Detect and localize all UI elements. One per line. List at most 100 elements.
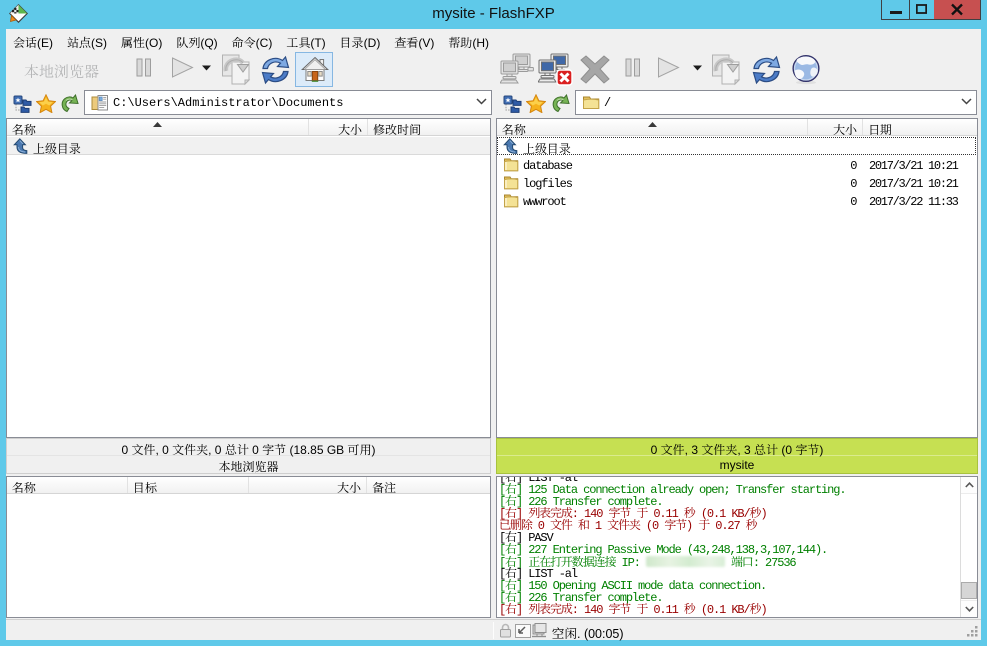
maximize-button[interactable] [909, 0, 935, 20]
refresh-icon[interactable] [751, 55, 782, 86]
column-label: 备注 [372, 481, 396, 493]
window-transfer-icon [515, 624, 531, 638]
menu-view[interactable]: 查看(V) [387, 31, 441, 52]
queue-col-target[interactable]: 目标 [128, 477, 249, 493]
menu-queue[interactable]: 队列(Q) [169, 31, 224, 52]
menu-bar: 会话(E) 站点(S) 属性(O) 队列(Q) 命令(C) 工具(T) 目录(D… [6, 31, 981, 52]
local-browser-label: 本地浏览器 [24, 61, 99, 82]
remote-status-name: mysite [497, 456, 977, 473]
menu-sites[interactable]: 站点(S) [60, 31, 114, 52]
folder-icon [503, 193, 519, 209]
queue-spool-icon [531, 623, 548, 638]
local-path-value[interactable]: C:\Users\Administrator\Documents [113, 96, 343, 110]
updir-row[interactable]: 上级目录 [7, 137, 490, 155]
redacted-ip-blur [646, 556, 725, 567]
close-button[interactable] [934, 0, 981, 20]
remote-col-size[interactable]: 大小 [808, 119, 863, 135]
chevron-down-icon[interactable] [476, 98, 487, 105]
scroll-up-button[interactable] [961, 477, 977, 494]
pause-icon[interactable] [136, 58, 152, 77]
statusbar-idle-text: 空闲. (00:05) [552, 624, 624, 642]
up-directory-arrow-icon[interactable] [59, 94, 79, 113]
remote-path-value[interactable]: / [604, 96, 611, 110]
menu-session[interactable]: 会话(E) [6, 31, 60, 52]
connect-icon[interactable] [500, 53, 534, 85]
log-line-text: 端口: 27536 [725, 556, 796, 570]
row-name: wwwroot [523, 195, 566, 209]
transfer-queue-panel: 名称 目标 大小 备注 [6, 476, 491, 618]
column-label: 修改时间 [373, 123, 421, 135]
row-size: 0 [787, 159, 857, 173]
minimize-button[interactable] [881, 0, 910, 20]
globe-icon[interactable] [791, 54, 821, 85]
remote-path-combobox[interactable]: / [575, 90, 977, 115]
queue-col-note[interactable]: 备注 [367, 477, 490, 493]
sort-asc-icon [648, 122, 657, 127]
favorites-star-icon[interactable] [36, 94, 56, 113]
play-icon[interactable] [657, 57, 680, 78]
local-path-combobox[interactable]: C:\Users\Administrator\Documents [84, 90, 492, 115]
up-directory-arrow-icon[interactable] [550, 94, 570, 113]
scrollbar-thumb[interactable] [961, 582, 977, 599]
abort-icon[interactable] [578, 55, 612, 85]
folder-tree-icon[interactable] [503, 95, 522, 113]
menu-help[interactable]: 帮助(H) [441, 31, 496, 52]
column-label: 大小 [338, 123, 362, 135]
column-label: 日期 [868, 123, 892, 135]
sort-asc-icon [153, 122, 162, 127]
row-name: database [523, 159, 572, 173]
column-label: 名称 [502, 123, 526, 135]
folder-row[interactable]: logfiles 0 2017/3/21 10:21 [497, 174, 977, 192]
statusbar-divider [493, 622, 494, 639]
log-lines: [右] LIST -al [右] 125 Data connection alr… [499, 476, 959, 616]
queue-header: 名称 目标 大小 备注 [7, 477, 490, 494]
local-status-name: 本地浏览器 [7, 456, 490, 473]
updir-icon [13, 138, 28, 154]
menu-tools[interactable]: 工具(T) [279, 31, 332, 52]
updir-row[interactable]: 上级目录 [497, 137, 977, 155]
folder-icon [503, 175, 519, 191]
column-label: 大小 [337, 481, 361, 493]
queue-col-size[interactable]: 大小 [249, 477, 367, 493]
chevron-down-icon[interactable] [961, 98, 972, 105]
flashfxp-window: mysite - FlashFXP 会话(E) 站点(S) 属性(O) 队列(Q… [0, 0, 987, 646]
resize-grip[interactable] [965, 624, 979, 638]
menu-options[interactable]: 属性(O) [114, 31, 169, 52]
remote-col-date[interactable]: 日期 [863, 119, 977, 135]
dropdown-caret-icon[interactable] [202, 65, 211, 71]
favorites-star-icon[interactable] [526, 94, 546, 113]
queue-col-name[interactable]: 名称 [7, 477, 128, 493]
local-list-header: 名称 大小 修改时间 [7, 119, 490, 136]
folder-tree-icon[interactable] [13, 95, 32, 113]
row-name: 上级目录 [33, 140, 81, 157]
scroll-down-button[interactable] [961, 600, 977, 617]
local-status-summary: 0 文件, 0 文件夹, 0 总计 0 字节 (18.85 GB 可用) [7, 439, 490, 456]
pause-icon[interactable] [625, 58, 641, 77]
folder-icon [582, 94, 600, 112]
transfer-icon[interactable] [220, 53, 253, 86]
menu-directory[interactable]: 目录(D) [333, 31, 388, 52]
menu-commands[interactable]: 命令(C) [225, 31, 280, 52]
title-bar[interactable]: mysite - FlashFXP [0, 0, 987, 29]
local-col-size[interactable]: 大小 [309, 119, 368, 135]
row-size: 0 [787, 177, 857, 191]
remote-status-summary: 0 文件, 3 文件夹, 3 总计 (0 字节) [497, 439, 977, 456]
dropdown-caret-icon[interactable] [693, 65, 702, 71]
refresh-icon[interactable] [260, 55, 291, 86]
session-log-panel[interactable]: [右] LIST -al [右] 125 Data connection alr… [496, 476, 978, 618]
local-col-date[interactable]: 修改时间 [368, 119, 490, 135]
transfer-icon[interactable] [710, 53, 743, 86]
maximize-icon [916, 0, 927, 18]
remote-list-header: 名称 大小 日期 [497, 119, 977, 136]
remote-status-panel: 0 文件, 3 文件夹, 3 总计 (0 字节) mysite [496, 438, 978, 474]
folder-row[interactable]: wwwroot 0 2017/3/22 11:33 [497, 192, 977, 210]
home-button[interactable] [295, 52, 333, 87]
folder-row[interactable]: database 0 2017/3/21 10:21 [497, 156, 977, 174]
column-label: 名称 [12, 123, 36, 135]
log-scrollbar[interactable] [960, 477, 977, 617]
status-bar: 空闲. (00:05) [6, 619, 981, 640]
column-label: 目标 [133, 481, 157, 493]
play-icon[interactable] [171, 57, 194, 78]
home-icon [301, 56, 329, 84]
disconnect-icon[interactable] [538, 53, 573, 86]
